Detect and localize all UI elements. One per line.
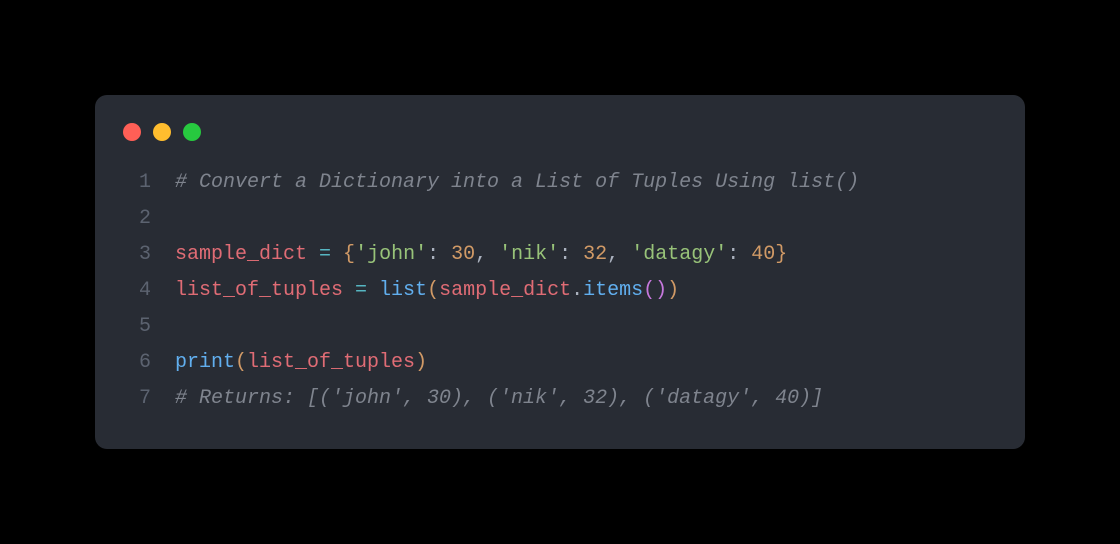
line-number: 1 — [123, 165, 151, 201]
comment: # Returns: [('john', 30), ('nik', 32), (… — [175, 381, 823, 417]
code-editor: 1 # Convert a Dictionary into a List of … — [95, 165, 1025, 417]
code-content: sample_dict = {'john': 30, 'nik': 32, 'd… — [175, 237, 787, 273]
code-line: 1 # Convert a Dictionary into a List of … — [123, 165, 997, 201]
minimize-icon[interactable] — [153, 123, 171, 141]
code-line: 7 # Returns: [('john', 30), ('nik', 32),… — [123, 381, 997, 417]
code-line: 5 — [123, 309, 997, 345]
close-icon[interactable] — [123, 123, 141, 141]
code-line: 3 sample_dict = {'john': 30, 'nik': 32, … — [123, 237, 997, 273]
code-line: 4 list_of_tuples = list(sample_dict.item… — [123, 273, 997, 309]
code-content: print(list_of_tuples) — [175, 345, 427, 381]
line-number: 7 — [123, 381, 151, 417]
line-number: 2 — [123, 201, 151, 237]
line-number: 5 — [123, 309, 151, 345]
code-window: 1 # Convert a Dictionary into a List of … — [95, 95, 1025, 449]
line-number: 6 — [123, 345, 151, 381]
code-line: 2 — [123, 201, 997, 237]
maximize-icon[interactable] — [183, 123, 201, 141]
line-number: 3 — [123, 237, 151, 273]
line-number: 4 — [123, 273, 151, 309]
code-content: list_of_tuples = list(sample_dict.items(… — [175, 273, 679, 309]
code-line: 6 print(list_of_tuples) — [123, 345, 997, 381]
comment: # Convert a Dictionary into a List of Tu… — [175, 165, 859, 201]
window-title-bar — [95, 123, 1025, 165]
